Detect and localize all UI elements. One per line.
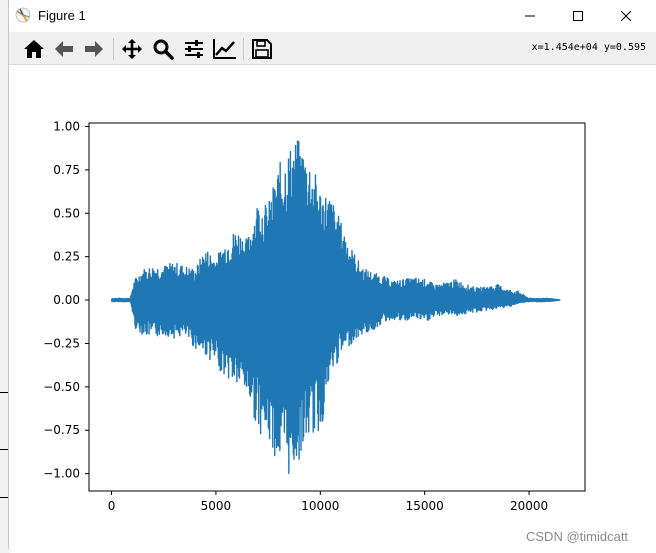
y-tick-label: −0.25 <box>43 336 80 350</box>
home-icon <box>24 40 44 58</box>
arrow-right-icon <box>85 41 103 57</box>
y-tick-label: 0.75 <box>53 163 80 177</box>
y-tick-label: 0.50 <box>53 206 80 220</box>
zoom-button[interactable] <box>150 36 176 62</box>
matplotlib-logo-icon <box>15 7 31 23</box>
forward-button[interactable] <box>81 36 107 62</box>
magnifier-icon <box>153 39 174 60</box>
x-tick-label: 10000 <box>301 499 339 513</box>
home-button[interactable] <box>21 36 47 62</box>
navigation-toolbar: x=1.454e+04 y=0.595 <box>9 32 656 65</box>
y-tick-label: −0.50 <box>43 380 80 394</box>
cursor-coordinates: x=1.454e+04 y=0.595 <box>531 42 646 53</box>
toolbar-separator <box>113 38 114 60</box>
close-button[interactable] <box>603 0 649 32</box>
y-axis: 1.00 0.75 0.50 0.25 0.00 −0.25 −0.50 −0.75 −1.00 <box>43 119 89 481</box>
move-icon <box>122 39 142 59</box>
background-axis-tick <box>0 449 8 450</box>
sliders-icon <box>185 40 203 58</box>
maximize-button[interactable] <box>555 0 601 32</box>
maximize-icon <box>573 11 583 21</box>
x-axis: 0 5000 10000 15000 20000 <box>108 491 548 513</box>
title-bar[interactable]: Figure 1 <box>9 0 656 32</box>
edit-axis-button[interactable] <box>212 36 238 62</box>
line-chart-icon <box>213 39 236 59</box>
y-tick-label: −1.00 <box>43 467 80 481</box>
y-tick-label: 0.00 <box>53 293 80 307</box>
waveform-plot: 0 5000 10000 15000 20000 1.00 0.75 0.50 0.25 0.0… <box>43 119 586 513</box>
arrow-left-icon <box>55 41 73 57</box>
figure-canvas[interactable]: 0 5000 10000 15000 20000 1.00 0.75 0.50 0.25 0.0… <box>9 65 656 549</box>
watermark-text: CSDN @timidcatt <box>526 529 629 544</box>
x-tick-label: 5000 <box>201 499 232 513</box>
minimize-button[interactable] <box>507 0 553 32</box>
waveform-series <box>110 140 561 474</box>
y-tick-label: 0.25 <box>53 250 80 264</box>
floppy-disk-icon <box>252 39 272 59</box>
close-icon <box>621 11 631 21</box>
toolbar-separator <box>243 38 244 60</box>
waveform-line <box>110 140 561 474</box>
x-tick-label: 20000 <box>510 499 548 513</box>
window-title: Figure 1 <box>38 8 86 23</box>
pan-button[interactable] <box>119 36 145 62</box>
figure-window: Figure 1 x=1.454e+04 y=0.595 0 5000 1000… <box>8 0 656 549</box>
background-axis-tick <box>0 497 8 498</box>
back-button[interactable] <box>51 36 77 62</box>
minimize-icon <box>525 15 535 17</box>
x-tick-label: 15000 <box>406 499 444 513</box>
x-tick-label: 0 <box>108 499 116 513</box>
configure-subplots-button[interactable] <box>181 36 207 62</box>
y-tick-label: 1.00 <box>53 119 80 133</box>
save-button[interactable] <box>249 36 275 62</box>
y-tick-label: −0.75 <box>43 423 80 437</box>
background-axis-tick <box>0 392 8 393</box>
